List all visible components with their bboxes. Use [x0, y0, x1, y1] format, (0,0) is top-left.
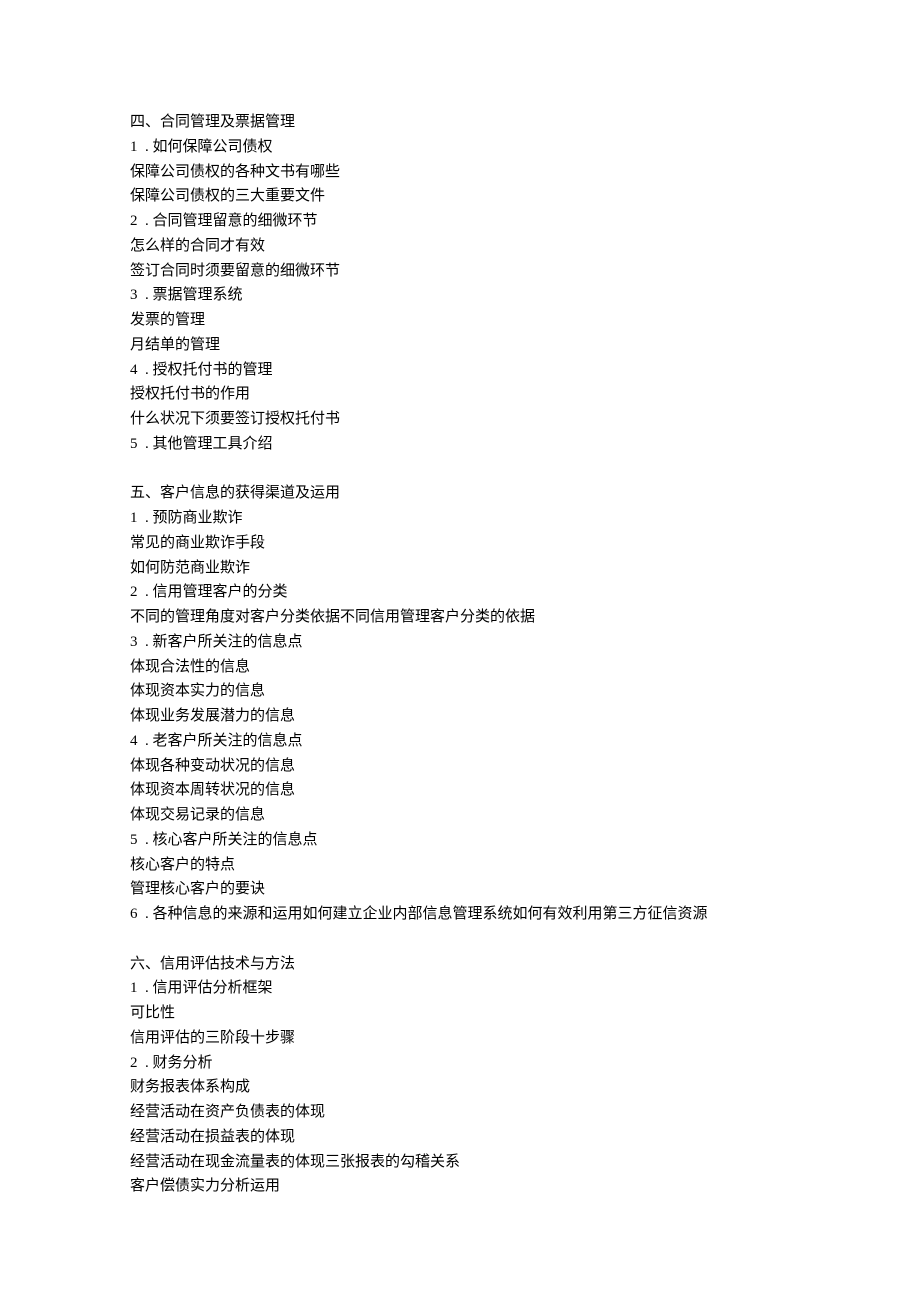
text-line: 保障公司债权的各种文书有哪些	[130, 160, 790, 185]
text-line: 发票的管理	[130, 308, 790, 333]
text-line: 六、信用评估技术与方法	[130, 952, 790, 977]
text-line: 管理核心客户的要诀	[130, 877, 790, 902]
text-line: 财务报表体系构成	[130, 1075, 790, 1100]
text-line: 体现资本周转状况的信息	[130, 778, 790, 803]
text-line: 体现合法性的信息	[130, 655, 790, 680]
text-line: 体现业务发展潜力的信息	[130, 704, 790, 729]
text-line: 经营活动在现金流量表的体现三张报表的勾稽关系	[130, 1150, 790, 1175]
text-line: 体现资本实力的信息	[130, 679, 790, 704]
text-line: 五、客户信息的获得渠道及运用	[130, 481, 790, 506]
text-line: 1 . 信用评估分析框架	[130, 976, 790, 1001]
text-line: 1 . 预防商业欺诈	[130, 506, 790, 531]
text-line: 四、合同管理及票据管理	[130, 110, 790, 135]
text-line: 3 . 票据管理系统	[130, 283, 790, 308]
text-line: 保障公司债权的三大重要文件	[130, 184, 790, 209]
text-line: 4 . 老客户所关注的信息点	[130, 729, 790, 754]
text-line: 经营活动在资产负债表的体现	[130, 1100, 790, 1125]
text-line: 授权托付书的作用	[130, 382, 790, 407]
text-line: 信用评估的三阶段十步骤	[130, 1026, 790, 1051]
text-line: 月结单的管理	[130, 333, 790, 358]
text-line: 可比性	[130, 1001, 790, 1026]
text-line: 常见的商业欺诈手段	[130, 531, 790, 556]
text-line: 2 . 合同管理留意的细微环节	[130, 209, 790, 234]
text-line: 6 . 各种信息的来源和运用如何建立企业内部信息管理系统如何有效利用第三方征信资…	[130, 902, 790, 927]
text-line: 体现各种变动状况的信息	[130, 754, 790, 779]
text-line: 5 . 核心客户所关注的信息点	[130, 828, 790, 853]
text-line: 5 . 其他管理工具介绍	[130, 432, 790, 457]
blank-line	[130, 457, 790, 482]
text-line: 签订合同时须要留意的细微环节	[130, 259, 790, 284]
text-line: 怎么样的合同才有效	[130, 234, 790, 259]
text-line: 什么状况下须要签订授权托付书	[130, 407, 790, 432]
document-page: 四、合同管理及票据管理1 . 如何保障公司债权保障公司债权的各种文书有哪些保障公…	[0, 0, 920, 1301]
text-line: 客户偿债实力分析运用	[130, 1174, 790, 1199]
text-line: 经营活动在损益表的体现	[130, 1125, 790, 1150]
text-line: 1 . 如何保障公司债权	[130, 135, 790, 160]
text-line: 如何防范商业欺诈	[130, 556, 790, 581]
text-line: 不同的管理角度对客户分类依据不同信用管理客户分类的依据	[130, 605, 790, 630]
text-line: 体现交易记录的信息	[130, 803, 790, 828]
text-line: 3 . 新客户所关注的信息点	[130, 630, 790, 655]
text-line: 4 . 授权托付书的管理	[130, 358, 790, 383]
text-line: 核心客户的特点	[130, 853, 790, 878]
blank-line	[130, 927, 790, 952]
text-line: 2 . 财务分析	[130, 1051, 790, 1076]
text-line: 2 . 信用管理客户的分类	[130, 580, 790, 605]
